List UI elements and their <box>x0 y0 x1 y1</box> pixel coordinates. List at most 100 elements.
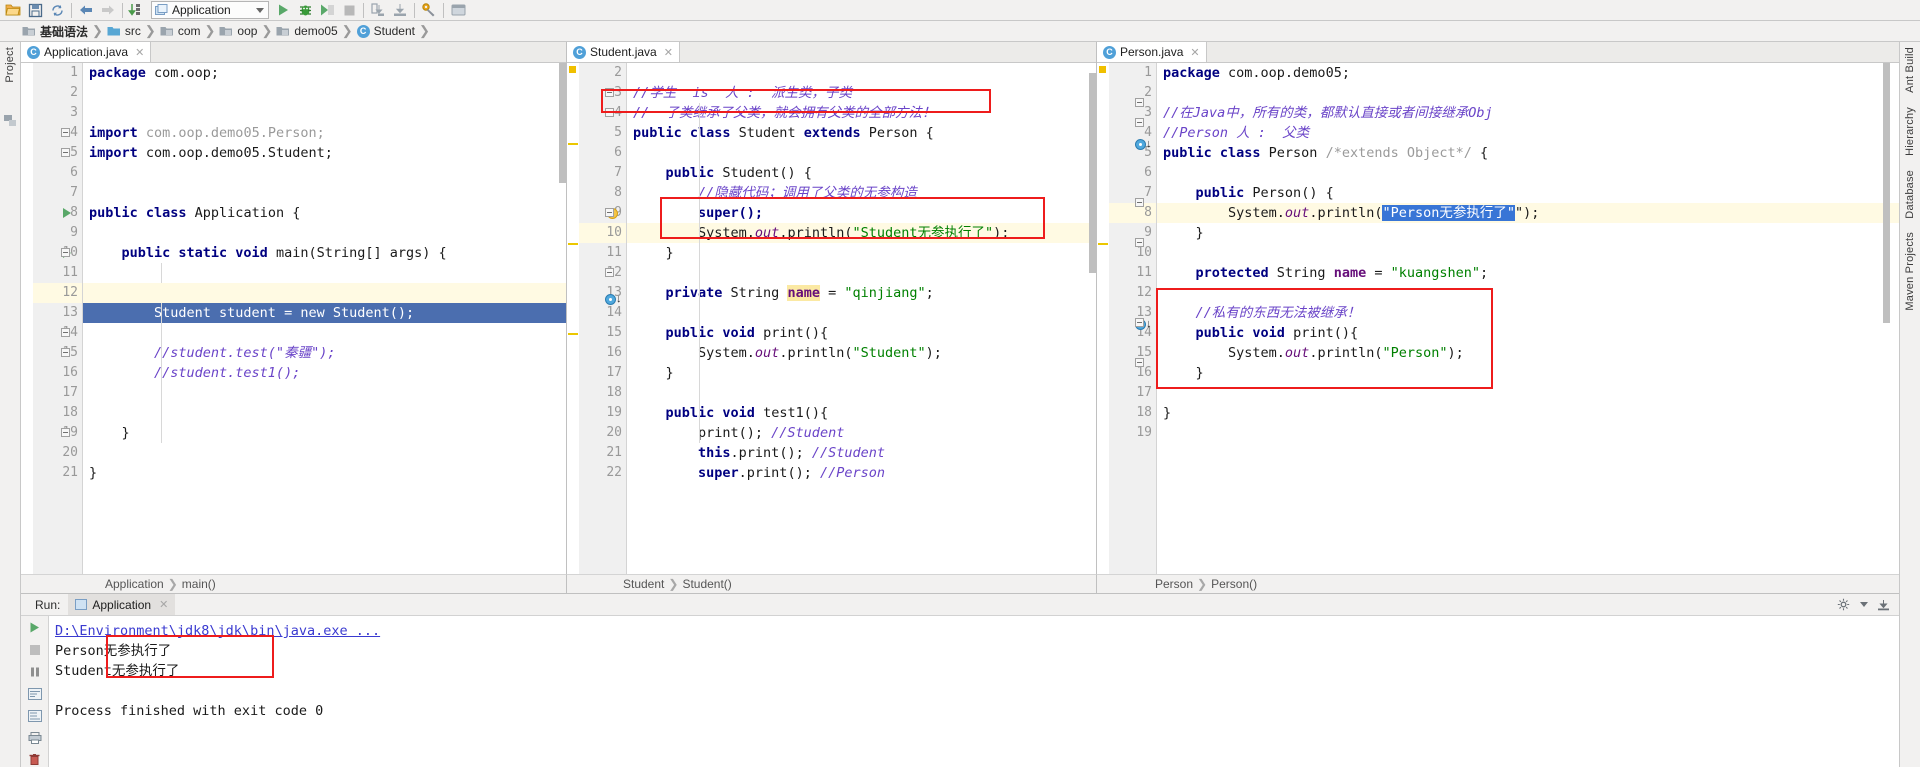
code-fold-icon[interactable] <box>61 428 70 437</box>
code-fold-icon[interactable] <box>61 128 70 137</box>
code-line[interactable]: print(); //Student <box>627 423 1096 443</box>
stop-icon[interactable] <box>26 642 43 657</box>
sidebar-item-ant-build[interactable]: Ant Build <box>1904 45 1916 95</box>
console-command-line[interactable]: D:\Environment\jdk8\jdk\bin\java.exe ... <box>55 621 1899 641</box>
breadcrumb-item-src[interactable]: src <box>105 22 143 41</box>
code-area-application[interactable]: 1 2 3 4 5 6 7 8 9 10 11 12 13 14 15 16 17 18 19 20 21 packag… <box>21 63 566 574</box>
sidebar-item-hierarchy[interactable]: Hierarchy <box>1904 105 1916 158</box>
code-text-person[interactable]: package com.oop.demo05; //在Java中，所有的类，都默认… <box>1157 63 1899 574</box>
code-line[interactable]: protected String name = "kuangshen"; <box>1157 263 1899 283</box>
code-line[interactable] <box>83 163 566 183</box>
breadcrumb-item-com[interactable]: com <box>158 22 203 41</box>
code-fold-icon[interactable] <box>1135 238 1144 247</box>
sidebar-item-maven-projects[interactable]: Maven Projects <box>1904 230 1916 313</box>
code-line[interactable]: System.out.println("Person无参执行了""); <box>1157 203 1899 223</box>
structure-icon[interactable] <box>3 114 17 127</box>
tab-student-java[interactable]: C Student.java ✕ <box>567 42 680 62</box>
download-icon[interactable] <box>389 1 411 20</box>
code-line[interactable]: //在Java中，所有的类，都默认直接或者间接继承Obj <box>1157 103 1899 123</box>
code-line[interactable]: private String name = "qinjiang"; <box>627 283 1096 303</box>
code-line[interactable] <box>1157 163 1899 183</box>
code-area-person[interactable]: 1 2 3 4 5 6 7 8 9 10 11 12 13 14 15 16 17 18 19 ↓ ↓ packag… <box>1097 63 1899 574</box>
code-line[interactable]: //隐藏代码；调用了父类的无参构造 <box>627 183 1096 203</box>
compile-icon[interactable] <box>126 1 148 20</box>
code-line[interactable]: public Student() { <box>627 163 1096 183</box>
code-line[interactable] <box>83 283 566 303</box>
breadcrumb-class[interactable]: Application <box>105 577 164 591</box>
change-stripe-mark[interactable] <box>568 333 578 335</box>
code-fold-icon[interactable] <box>61 328 70 337</box>
code-line[interactable] <box>83 443 566 463</box>
rerun-icon[interactable] <box>26 620 43 635</box>
soft-wrap-icon[interactable] <box>26 686 43 701</box>
code-fold-icon[interactable] <box>1135 358 1144 367</box>
code-line[interactable] <box>627 63 1096 83</box>
code-line[interactable]: public class Person /*extends Object*/ { <box>1157 143 1899 163</box>
code-text-student[interactable]: //学生 is 人 : 派生类，子类 // 子类继承了父类，就会拥有父类的全部方法… <box>627 63 1096 574</box>
code-area-student[interactable]: 2 3 4 5 6 7 8 9 10 11 12 13 14 15 16 17 18 19 20 21 22 ↓ //学… <box>567 63 1096 574</box>
breadcrumb-item-oop[interactable]: oop <box>217 22 259 41</box>
code-line[interactable]: super.print(); //Person <box>627 463 1096 483</box>
run-configuration-selector[interactable]: Application <box>151 1 269 19</box>
code-line[interactable] <box>627 143 1096 163</box>
code-fold-icon[interactable] <box>61 148 70 157</box>
code-line[interactable]: } <box>1157 223 1899 243</box>
code-fold-icon[interactable] <box>1135 198 1144 207</box>
code-line[interactable] <box>83 263 566 283</box>
breadcrumb-item-module[interactable]: 基础语法 <box>20 22 90 41</box>
chevron-down-icon[interactable] <box>1860 602 1868 607</box>
code-line[interactable]: public void print(){ <box>1157 323 1899 343</box>
warning-stripe-mark[interactable] <box>1099 66 1106 73</box>
update-app-icon[interactable] <box>367 1 389 20</box>
change-stripe-mark[interactable] <box>1098 243 1108 245</box>
open-folder-icon[interactable] <box>2 1 24 20</box>
tab-person-java[interactable]: C Person.java ✕ <box>1097 42 1207 62</box>
code-line[interactable]: public void test1(){ <box>627 403 1096 423</box>
code-line[interactable]: //私有的东西无法被继承！ <box>1157 303 1899 323</box>
run-coverage-icon[interactable] <box>316 1 338 20</box>
code-line[interactable]: } <box>83 423 566 443</box>
code-line[interactable] <box>83 323 566 343</box>
change-stripe-mark[interactable] <box>568 243 578 245</box>
code-line[interactable] <box>83 83 566 103</box>
minimize-icon[interactable] <box>1877 598 1890 611</box>
breadcrumb-class[interactable]: Person <box>1155 577 1193 591</box>
sync-icon[interactable] <box>46 1 68 20</box>
debug-icon[interactable] <box>294 1 316 20</box>
help-icon[interactable] <box>447 1 469 20</box>
code-text-application[interactable]: package com.oop; import com.oop.demo05.Pe… <box>83 63 566 574</box>
code-line[interactable]: super(); <box>627 203 1096 223</box>
code-line[interactable]: //student.test1(); <box>83 363 566 383</box>
gutter-application[interactable]: 1 2 3 4 5 6 7 8 9 10 11 12 13 14 15 16 17 18 19 20 21 <box>33 63 83 574</box>
code-fold-icon[interactable] <box>1135 118 1144 127</box>
change-stripe-mark[interactable] <box>568 143 578 145</box>
clear-all-icon[interactable] <box>26 752 43 767</box>
code-fold-icon[interactable] <box>61 248 70 257</box>
code-line[interactable] <box>83 403 566 423</box>
code-line[interactable]: // 子类继承了父类，就会拥有父类的全部方法！ <box>627 103 1096 123</box>
overridden-method-gutter-icon[interactable]: ↓ <box>605 293 622 305</box>
settings-icon[interactable] <box>418 1 440 20</box>
pause-icon[interactable] <box>26 664 43 679</box>
code-fold-icon[interactable] <box>1135 98 1144 107</box>
code-line[interactable]: } <box>83 463 566 483</box>
code-fold-icon[interactable] <box>61 348 70 357</box>
code-line[interactable] <box>1157 423 1899 443</box>
vertical-scrollbar[interactable] <box>1883 63 1890 323</box>
code-line[interactable]: import com.oop.demo05.Person; <box>83 123 566 143</box>
close-icon[interactable]: ✕ <box>159 598 168 611</box>
breadcrumb-method[interactable]: Person() <box>1211 577 1257 591</box>
warning-stripe-mark[interactable] <box>569 66 576 73</box>
code-fold-icon[interactable] <box>1135 318 1144 327</box>
code-line[interactable]: this.print(); //Student <box>627 443 1096 463</box>
gutter-person[interactable]: 1 2 3 4 5 6 7 8 9 10 11 12 13 14 15 16 17 18 19 ↓ ↓ <box>1109 63 1157 574</box>
breadcrumb-item-demo05[interactable]: demo05 <box>274 22 339 41</box>
code-line[interactable]: public Person() { <box>1157 183 1899 203</box>
code-line[interactable]: Student student = new Student(); <box>83 303 566 323</box>
code-line[interactable]: package com.oop; <box>83 63 566 83</box>
vertical-scrollbar[interactable] <box>1089 73 1096 273</box>
gutter-student[interactable]: 2 3 4 5 6 7 8 9 10 11 12 13 14 15 16 17 18 19 20 21 22 ↓ <box>579 63 627 574</box>
print-icon[interactable] <box>26 730 43 745</box>
code-line[interactable]: package com.oop.demo05; <box>1157 63 1899 83</box>
code-line[interactable] <box>83 223 566 243</box>
